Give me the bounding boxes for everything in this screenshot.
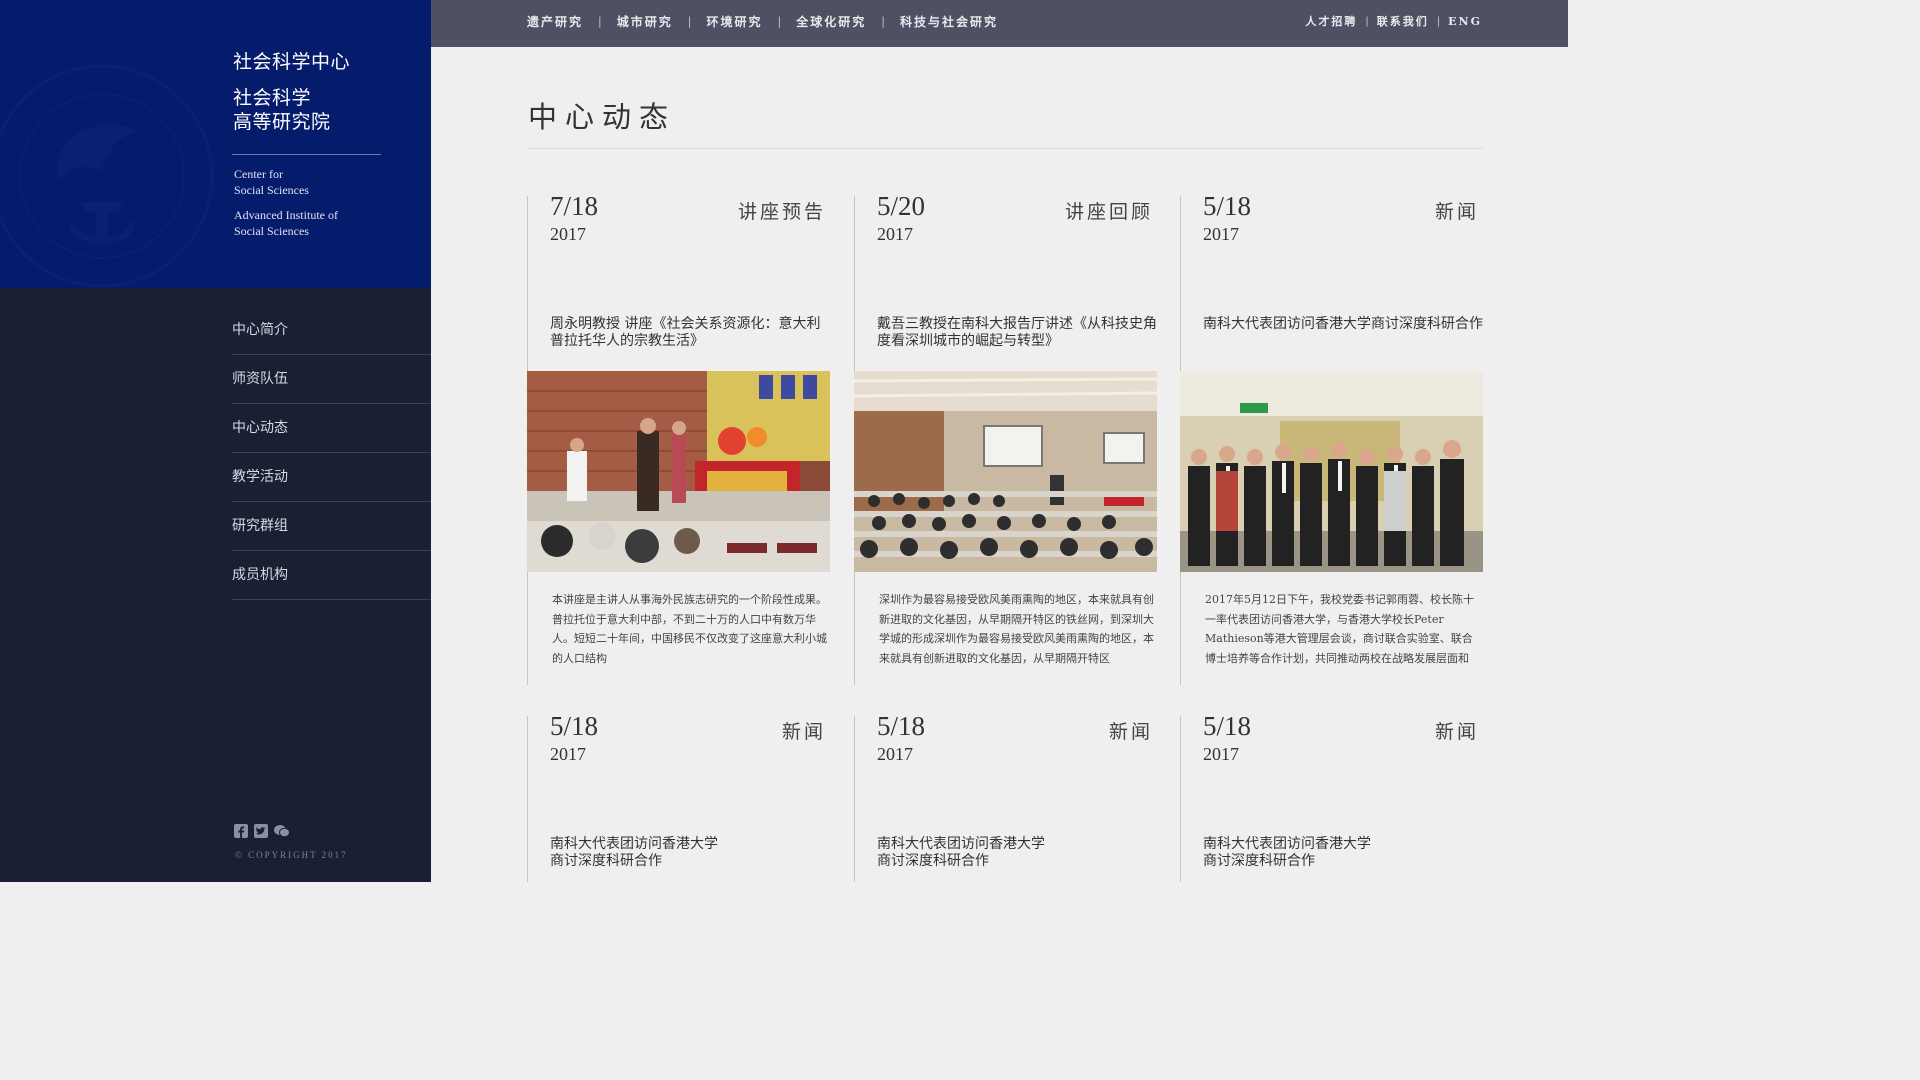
card-photo[interactable] bbox=[1180, 371, 1483, 572]
social-links bbox=[234, 824, 290, 838]
sidebar-nav: 中心简介 师资队伍 中心动态 教学活动 研究群组 成员机构 bbox=[232, 306, 431, 600]
news-card[interactable]: 5/18 2017 新闻 南科大代表团访问香港大学商讨深度科研合作 bbox=[1180, 191, 1483, 685]
nav-separator: | bbox=[687, 15, 692, 28]
card-year: 2017 bbox=[1203, 224, 1239, 244]
sidebar-item-intro[interactable]: 中心简介 bbox=[232, 306, 431, 355]
utility-nav: 人才招聘 | 联系我们 | ENG bbox=[1305, 13, 1482, 29]
card-date: 5/18 bbox=[1203, 711, 1252, 741]
brand-cn-line2: 社会科学 bbox=[233, 87, 312, 109]
card-headline[interactable]: 南科大代表团访问香港大学商讨深度科研合作 bbox=[1203, 836, 1383, 870]
sidebar-item-news[interactable]: 中心动态 bbox=[232, 404, 431, 453]
nav-separator: | bbox=[777, 15, 782, 28]
sidebar-item-members[interactable]: 成员机构 bbox=[232, 551, 431, 600]
card-summary: 2017年5月12日下午，我校党委书记郭雨蓉、校长陈十一率代表团访问香港大学，与… bbox=[1205, 593, 1474, 665]
topnav-globalization[interactable]: 全球化研究 bbox=[796, 13, 866, 30]
card-category: 新闻 bbox=[1108, 721, 1153, 743]
card-summary: 深圳作为最容易接受欧风美雨熏陶的地区，本来就具有创新进取的文化基因，从早期隔开特… bbox=[879, 593, 1154, 665]
brand-divider bbox=[232, 154, 381, 155]
card-category: 新闻 bbox=[1434, 721, 1479, 743]
nav-separator: | bbox=[598, 15, 602, 28]
twitter-icon[interactable] bbox=[254, 824, 268, 838]
card-category: 新闻 bbox=[1434, 201, 1479, 223]
card-year: 2017 bbox=[877, 224, 913, 244]
topnav-heritage[interactable]: 遗产研究 bbox=[527, 13, 583, 30]
brand-cn-line3: 高等研究院 bbox=[233, 111, 331, 133]
card-category: 新闻 bbox=[781, 721, 826, 743]
nav-separator: | bbox=[1436, 15, 1441, 27]
research-nav: 遗产研究 | 城市研究 | 环境研究 | 全球化研究 | 科技与社会研究 bbox=[527, 13, 998, 30]
news-card[interactable]: 5/18 2017 新闻 南科大代表团访问香港大学商讨深度科研合作 bbox=[527, 711, 830, 882]
wechat-icon[interactable] bbox=[274, 824, 290, 838]
sidebar: 社会科学中心 社会科学 高等研究院 Center for Social Scie… bbox=[0, 0, 431, 882]
facebook-icon[interactable] bbox=[234, 824, 248, 838]
card-year: 2017 bbox=[877, 744, 913, 764]
top-bar: 遗产研究 | 城市研究 | 环境研究 | 全球化研究 | 科技与社会研究 人才招… bbox=[431, 0, 1568, 47]
news-card[interactable]: 7/18 2017 讲座预告 周永明教授 讲座《社会关系资源化：意大利普拉托华人… bbox=[527, 191, 830, 685]
brand-en-line2: Social Sciences bbox=[234, 183, 309, 197]
page-title: 中心动态 bbox=[528, 100, 677, 134]
brand-en-line3: Advanced Institute of bbox=[234, 208, 338, 222]
english-link[interactable]: ENG bbox=[1448, 15, 1482, 28]
news-card[interactable]: 5/20 2017 讲座回顾 戴吾三教授在南科大报告厅讲述《从科技史角度看深圳城… bbox=[854, 191, 1157, 685]
brand-en-line4: Social Sciences bbox=[234, 224, 309, 238]
university-seal-logo bbox=[0, 64, 214, 288]
copyright-text: © COPYRIGHT 2017 bbox=[235, 850, 348, 860]
card-headline[interactable]: 戴吾三教授在南科大报告厅讲述《从科技史角度看深圳城市的崛起与转型》 bbox=[877, 316, 1157, 350]
card-year: 2017 bbox=[1203, 744, 1239, 764]
nav-separator: | bbox=[1365, 15, 1369, 27]
sidebar-item-research-groups[interactable]: 研究群组 bbox=[232, 502, 431, 551]
careers-link[interactable]: 人才招聘 bbox=[1305, 13, 1357, 29]
sidebar-item-teaching[interactable]: 教学活动 bbox=[232, 453, 431, 502]
card-date: 5/18 bbox=[877, 711, 926, 741]
topnav-sts[interactable]: 科技与社会研究 bbox=[900, 13, 998, 30]
card-headline[interactable]: 南科大代表团访问香港大学商讨深度科研合作 bbox=[1203, 316, 1483, 333]
card-date: 5/20 bbox=[877, 191, 926, 221]
sidebar-item-faculty[interactable]: 师资队伍 bbox=[232, 355, 431, 404]
card-headline[interactable]: 南科大代表团访问香港大学商讨深度科研合作 bbox=[550, 836, 730, 870]
card-photo[interactable] bbox=[854, 371, 1157, 572]
brand-panel: 社会科学中心 社会科学 高等研究院 Center for Social Scie… bbox=[0, 0, 431, 288]
card-headline[interactable]: 南科大代表团访问香港大学商讨深度科研合作 bbox=[877, 836, 1057, 870]
title-divider bbox=[528, 148, 1483, 149]
card-headline[interactable]: 周永明教授 讲座《社会关系资源化：意大利普拉托华人的宗教生活》 bbox=[550, 316, 830, 350]
nav-separator: | bbox=[881, 15, 885, 28]
news-card[interactable]: 5/18 2017 新闻 南科大代表团访问香港大学商讨深度科研合作 bbox=[854, 711, 1157, 882]
card-year: 2017 bbox=[550, 224, 586, 244]
brand-en-line1: Center for bbox=[234, 167, 283, 181]
card-date: 5/18 bbox=[1203, 191, 1252, 221]
card-year: 2017 bbox=[550, 744, 586, 764]
brand-cn-line1: 社会科学中心 bbox=[233, 51, 351, 73]
topnav-environment[interactable]: 环境研究 bbox=[706, 13, 762, 30]
card-category: 讲座预告 bbox=[737, 201, 826, 223]
card-photo[interactable] bbox=[527, 371, 830, 572]
card-category: 讲座回顾 bbox=[1064, 201, 1153, 223]
topnav-urban[interactable]: 城市研究 bbox=[617, 13, 673, 30]
card-date: 5/18 bbox=[550, 711, 599, 741]
card-summary: 本讲座是主讲人从事海外民族志研究的一个阶段性成果。普拉托位于意大利中部，不到二十… bbox=[552, 593, 827, 665]
news-card[interactable]: 5/18 2017 新闻 南科大代表团访问香港大学商讨深度科研合作 bbox=[1180, 711, 1483, 882]
contact-link[interactable]: 联系我们 bbox=[1377, 13, 1429, 29]
card-date: 7/18 bbox=[550, 191, 599, 221]
